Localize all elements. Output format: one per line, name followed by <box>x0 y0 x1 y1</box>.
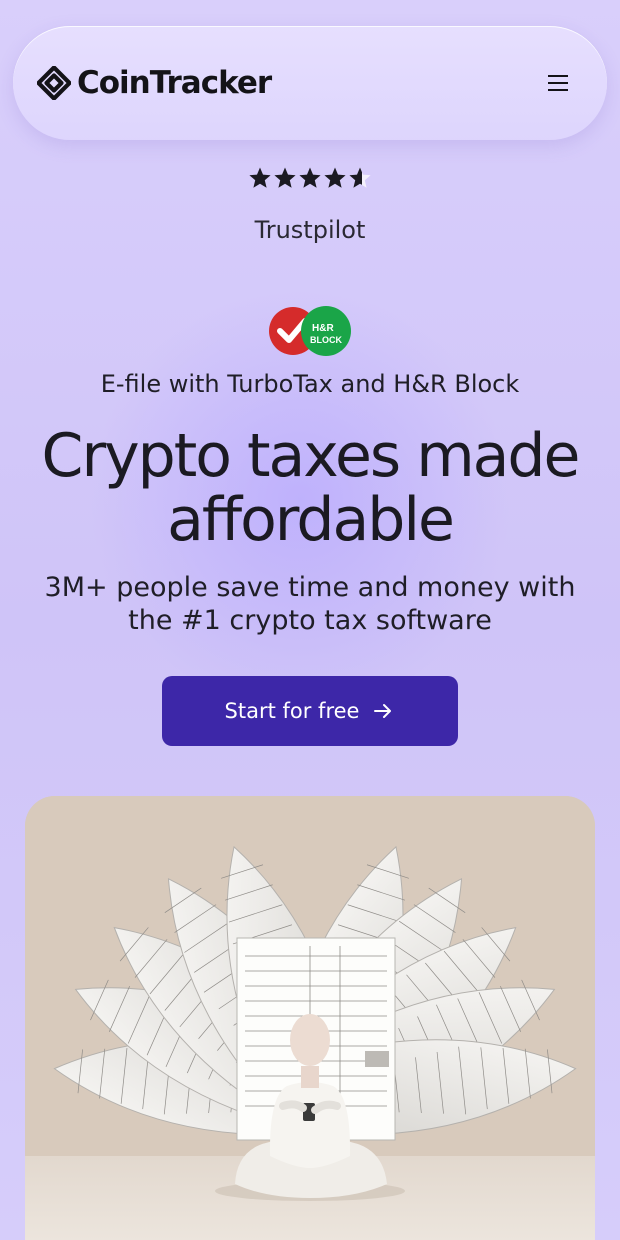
hero-image <box>25 796 595 1240</box>
page-title: Crypto taxes made affordable <box>41 421 581 555</box>
partner-logos: H&R BLOCK <box>268 305 354 357</box>
menu-button[interactable] <box>543 68 573 98</box>
start-for-free-button[interactable]: Start for free <box>162 676 458 746</box>
star-icon <box>324 167 346 188</box>
hamburger-menu-icon <box>548 75 568 91</box>
efile-caption: E-file with TurboTax and H&R Block <box>100 370 520 398</box>
half-star-icon <box>349 167 371 188</box>
hrblock-logo: H&R BLOCK <box>301 306 351 356</box>
brand-name: CoinTracker <box>77 65 272 101</box>
hrblock-line-1: H&R <box>312 323 334 334</box>
star-icon <box>249 167 271 188</box>
top-navbar: CoinTracker <box>13 26 607 140</box>
brand-logo[interactable]: CoinTracker <box>37 64 272 102</box>
star-icon <box>299 167 321 188</box>
cta-label: Start for free <box>224 699 360 723</box>
hrblock-line-2: BLOCK <box>310 335 342 345</box>
page-subtitle: 3M+ people save time and money with the … <box>44 572 576 636</box>
star-rating <box>248 166 374 190</box>
cointracker-logo-icon <box>37 66 71 100</box>
star-icon <box>274 167 296 188</box>
tax-forms-illustration <box>25 796 595 1240</box>
arrow-right-icon <box>374 704 392 718</box>
trustpilot-label[interactable]: Trustpilot <box>0 216 620 244</box>
